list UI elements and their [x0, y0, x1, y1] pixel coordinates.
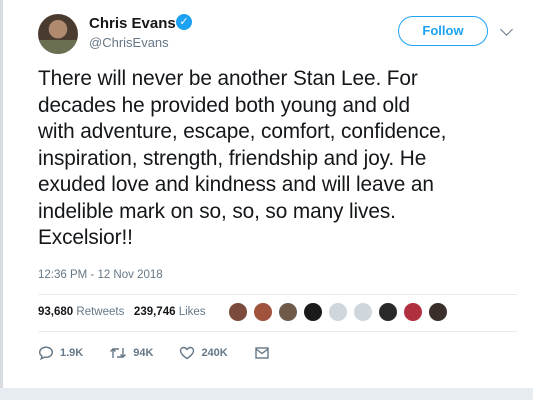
retweets-label: Retweets: [76, 306, 125, 318]
tweet-line: inspiration, strength, friendship and jo…: [38, 146, 427, 170]
tweet-stats: 93,680 Retweets 239,746 Likes: [38, 306, 206, 318]
tweet-actions: 1.9K 94K 240K: [38, 344, 302, 362]
reply-count: 1.9K: [60, 347, 84, 359]
verified-badge-icon: ✓: [176, 14, 192, 30]
chevron-down-icon[interactable]: [500, 23, 513, 36]
liker-avatar[interactable]: [253, 302, 273, 322]
liker-avatars[interactable]: [228, 302, 453, 324]
direct-message-button[interactable]: [254, 346, 276, 360]
heart-icon: [180, 346, 195, 360]
window-edge: [0, 0, 3, 400]
avatar[interactable]: [38, 14, 78, 54]
page-bottom-bar: [0, 388, 533, 400]
reply-icon: [38, 346, 54, 360]
liker-avatar[interactable]: [378, 302, 398, 322]
retweet-button[interactable]: 94K: [109, 346, 153, 360]
tweet-line: There will never be another Stan Lee. Fo…: [38, 67, 418, 90]
author-handle[interactable]: @ChrisEvans: [89, 35, 169, 50]
likes-stat[interactable]: 239,746 Likes: [134, 306, 206, 318]
divider: [38, 294, 517, 295]
retweets-stat[interactable]: 93,680 Retweets: [38, 306, 124, 318]
liker-avatar[interactable]: [278, 302, 298, 322]
liker-avatar[interactable]: [353, 302, 373, 322]
liker-avatar[interactable]: [228, 302, 248, 322]
likes-label: Likes: [178, 306, 206, 318]
reply-button[interactable]: 1.9K: [38, 346, 83, 360]
liker-avatar[interactable]: [428, 302, 448, 322]
liker-avatar[interactable]: [403, 302, 423, 322]
likes-count: 239,746: [133, 306, 176, 318]
liker-avatar[interactable]: [328, 302, 348, 322]
tweet-line: with adventure, escape, comfort, confide…: [38, 120, 447, 143]
author-name[interactable]: Chris Evans: [89, 15, 176, 32]
tweet-line: exuded love and kindness and will leave …: [38, 173, 434, 196]
retweet-count: 94K: [133, 347, 154, 359]
like-button[interactable]: 240K: [179, 346, 228, 360]
tweet-text: There will never be another Stan Lee. Fo…: [38, 66, 533, 252]
tweet-line: indelible mark on so, so, so many lives.: [38, 199, 396, 223]
liker-avatar[interactable]: [303, 302, 323, 322]
tweet-timestamp[interactable]: 12:36 PM - 12 Nov 2018: [38, 269, 163, 281]
tweet-line: Excelsior!!: [38, 226, 133, 249]
follow-button[interactable]: Follow: [398, 16, 488, 46]
divider: [38, 331, 517, 332]
retweet-icon: [110, 348, 127, 358]
tweet-line: decades he provided both young and old: [38, 93, 410, 117]
retweets-count: 93,680: [38, 306, 74, 318]
envelope-icon: [255, 347, 269, 359]
like-count: 240K: [201, 347, 228, 359]
